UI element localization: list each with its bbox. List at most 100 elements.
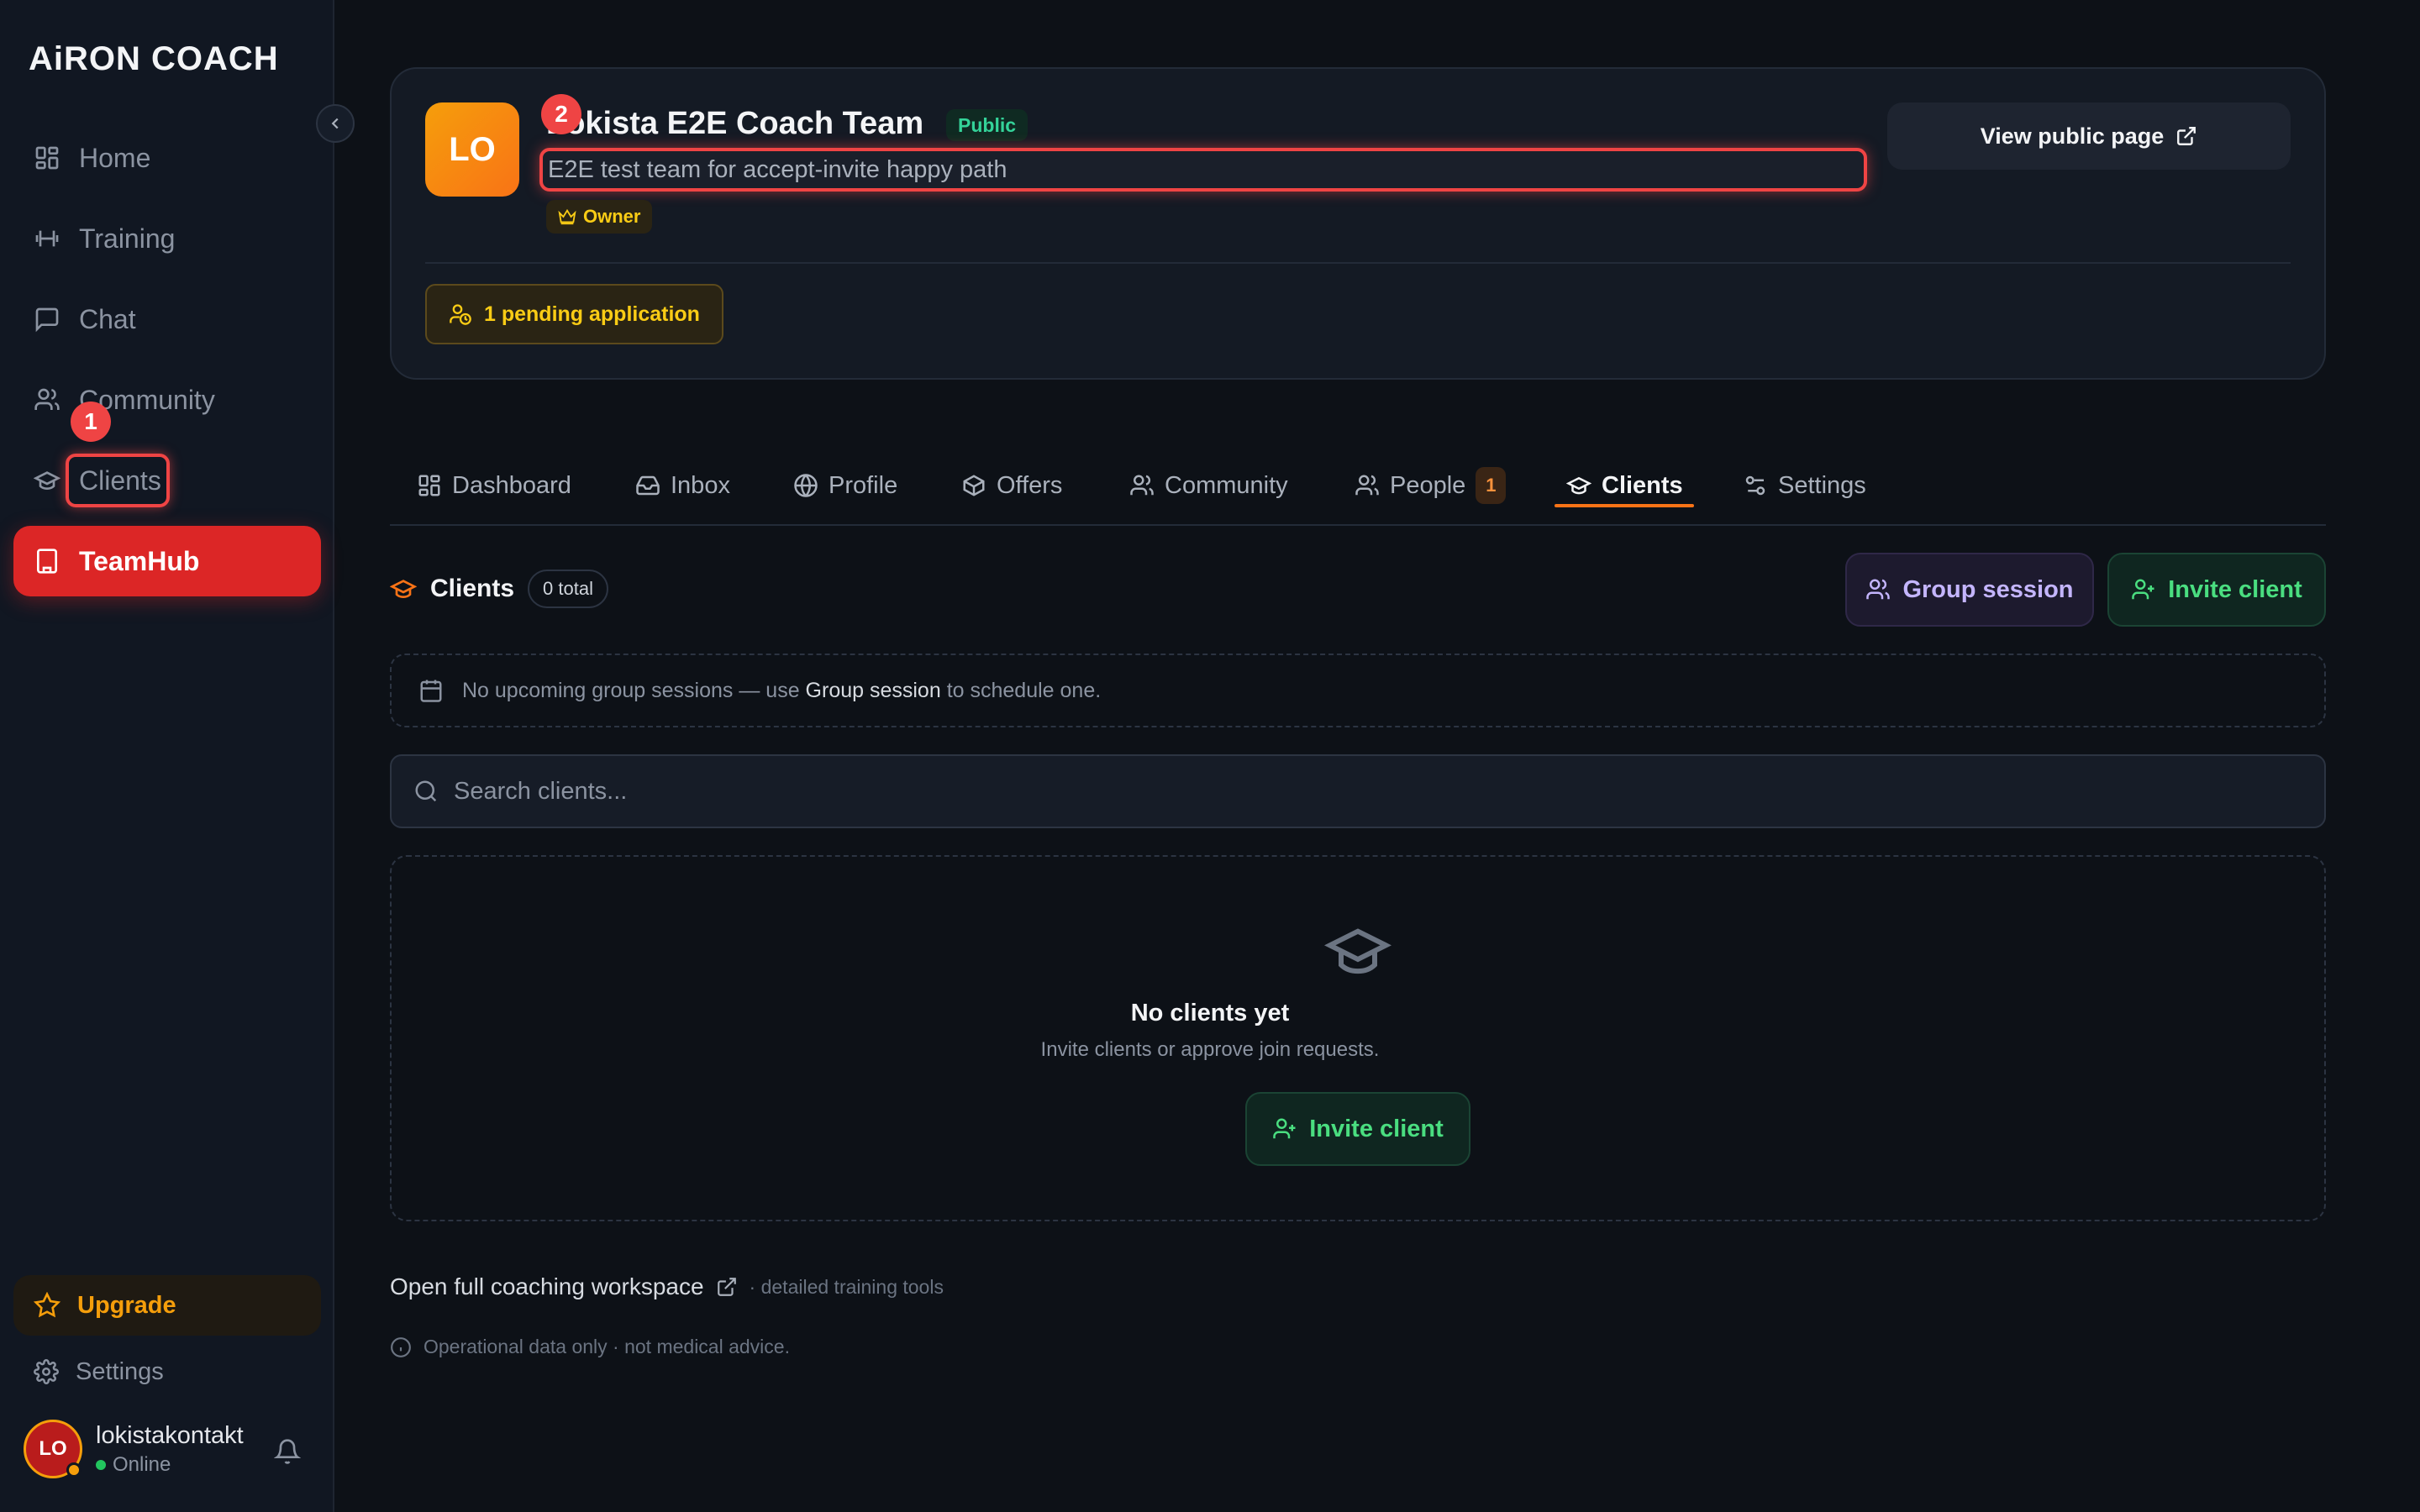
tab-label: Community bbox=[1165, 471, 1288, 499]
tab-settings[interactable]: Settings bbox=[1743, 445, 1866, 526]
external-link-icon bbox=[2177, 127, 2196, 145]
sidebar-settings-label: Settings bbox=[76, 1357, 164, 1385]
notifications-button[interactable] bbox=[274, 1438, 301, 1465]
tab-community[interactable]: Community bbox=[1129, 445, 1288, 526]
search-input[interactable] bbox=[454, 777, 2218, 806]
bell-icon bbox=[274, 1439, 301, 1464]
external-link-icon bbox=[717, 1278, 736, 1296]
users-icon bbox=[1130, 475, 1154, 496]
package-icon bbox=[963, 475, 985, 496]
logo-coach-text: COACH bbox=[140, 40, 279, 77]
sidebar-item-clients[interactable]: Clients bbox=[13, 445, 321, 516]
calendar-icon bbox=[420, 680, 442, 702]
user-profile[interactable]: LO lokistakontakt Online bbox=[24, 1420, 244, 1478]
visibility-badge: Public bbox=[946, 109, 1028, 141]
user-clock-icon bbox=[450, 304, 471, 325]
coaching-workspace-link[interactable]: Open full coaching workspace · detailed … bbox=[390, 1273, 944, 1300]
user-status: Online bbox=[96, 1453, 244, 1477]
invite-client-label: Invite client bbox=[2168, 575, 2302, 603]
app-logo[interactable]: AiRON COACH bbox=[29, 40, 279, 78]
clients-total-badge: 0 total bbox=[528, 570, 608, 608]
team-avatar: LO bbox=[425, 102, 519, 197]
clients-title: Clients bbox=[430, 575, 515, 602]
people-count-badge: 1 bbox=[1476, 467, 1507, 504]
user-status-text: Online bbox=[113, 1452, 171, 1476]
sidebar-item-training[interactable]: Training bbox=[13, 203, 321, 274]
inbox-icon bbox=[636, 475, 660, 496]
tab-label: Profile bbox=[829, 471, 898, 499]
sidebar-item-settings[interactable]: Settings bbox=[13, 1344, 321, 1399]
sidebar-item-chat[interactable]: Chat bbox=[13, 284, 321, 354]
grid-icon bbox=[35, 146, 59, 170]
building-icon bbox=[37, 549, 57, 574]
tab-people[interactable]: People 1 bbox=[1355, 445, 1507, 526]
gear-icon bbox=[34, 1359, 59, 1384]
empty-state-subtitle: Invite clients or approve join requests. bbox=[1040, 1038, 1380, 1061]
pending-label: 1 pending application bbox=[484, 302, 700, 326]
group-session-label: Group session bbox=[1902, 575, 2074, 603]
user-plus-icon bbox=[2132, 579, 2154, 600]
pending-applications-button[interactable]: 1 pending application bbox=[425, 284, 723, 344]
sidebar-item-community[interactable]: Community bbox=[13, 365, 321, 435]
online-dot bbox=[96, 1459, 106, 1470]
graduation-cap-icon bbox=[34, 471, 60, 490]
sidebar-item-label: Training bbox=[79, 223, 176, 254]
empty-invite-client-button[interactable]: Invite client bbox=[1245, 1092, 1470, 1166]
tab-offers[interactable]: Offers bbox=[961, 445, 1062, 526]
collapse-sidebar-button[interactable] bbox=[316, 104, 355, 143]
view-public-page-button[interactable]: View public page bbox=[1887, 102, 2291, 170]
tab-clients[interactable]: Clients bbox=[1566, 445, 1683, 526]
empty-state-title: No clients yet bbox=[1130, 1000, 1290, 1026]
users-icon bbox=[34, 388, 60, 410]
tab-label: Clients bbox=[1602, 471, 1683, 499]
clients-section-header: Clients 0 total bbox=[390, 570, 608, 608]
sidebar: AiRON COACH Home Training Chat Community… bbox=[0, 0, 334, 1512]
empty-invite-label: Invite client bbox=[1309, 1115, 1444, 1142]
upgrade-label: Upgrade bbox=[77, 1291, 176, 1319]
search-icon bbox=[415, 780, 437, 802]
user-plus-icon bbox=[1273, 1118, 1296, 1139]
sidebar-item-home[interactable]: Home bbox=[13, 123, 321, 193]
disclaimer-text: Operational data only · not medical advi… bbox=[424, 1336, 790, 1357]
graduation-cap-icon bbox=[1566, 476, 1591, 495]
annotation-marker-2: 2 bbox=[541, 94, 581, 134]
annotation-marker-1: 1 bbox=[71, 402, 111, 442]
sidebar-item-label: Home bbox=[79, 142, 151, 173]
group-session-button[interactable]: Group session bbox=[1845, 553, 2094, 627]
view-public-label: View public page bbox=[1980, 123, 2165, 149]
avatar-status-dot bbox=[66, 1462, 82, 1478]
dumbbell-icon bbox=[35, 230, 59, 247]
graduation-cap-icon bbox=[1324, 917, 1392, 984]
tab-dashboard[interactable]: Dashboard bbox=[417, 445, 571, 526]
team-description-field[interactable]: E2E test team for accept-invite happy pa… bbox=[539, 148, 1867, 192]
users-icon bbox=[1866, 579, 1891, 600]
group-session-notice: No upcoming group sessions — use Group s… bbox=[390, 654, 2326, 727]
role-badge: Owner bbox=[546, 200, 653, 234]
client-search bbox=[390, 754, 2326, 828]
info-icon bbox=[391, 1336, 411, 1357]
upgrade-button[interactable]: Upgrade bbox=[13, 1275, 321, 1336]
notice-pre: No upcoming group sessions — use bbox=[462, 678, 806, 702]
tab-inbox[interactable]: Inbox bbox=[635, 445, 730, 526]
chat-icon bbox=[35, 307, 59, 333]
tab-profile[interactable]: Profile bbox=[793, 445, 897, 526]
crown-icon bbox=[558, 208, 576, 225]
sidebar-item-label: Chat bbox=[79, 303, 136, 334]
sidebar-item-label: TeamHub bbox=[79, 545, 200, 576]
tab-label: Settings bbox=[1778, 471, 1866, 499]
user-name: lokistakontakt bbox=[96, 1421, 244, 1449]
graduation-cap-icon bbox=[390, 580, 417, 598]
sliders-icon bbox=[1745, 475, 1765, 496]
team-tabs: Dashboard Inbox Profile Offers Community… bbox=[390, 445, 2326, 526]
role-label: Owner bbox=[583, 206, 641, 227]
tab-label: Inbox bbox=[671, 471, 730, 499]
grid-icon bbox=[418, 475, 440, 496]
globe-icon bbox=[794, 474, 818, 497]
sidebar-item-teamhub[interactable]: TeamHub bbox=[13, 526, 321, 596]
users-icon bbox=[1355, 475, 1379, 496]
tab-label: Dashboard bbox=[452, 471, 571, 499]
disclaimer: Operational data only · not medical advi… bbox=[390, 1336, 790, 1358]
notice-group-session-link[interactable]: Group session bbox=[806, 679, 941, 702]
invite-client-button[interactable]: Invite client bbox=[2107, 553, 2326, 627]
tab-label: Offers bbox=[997, 471, 1063, 499]
